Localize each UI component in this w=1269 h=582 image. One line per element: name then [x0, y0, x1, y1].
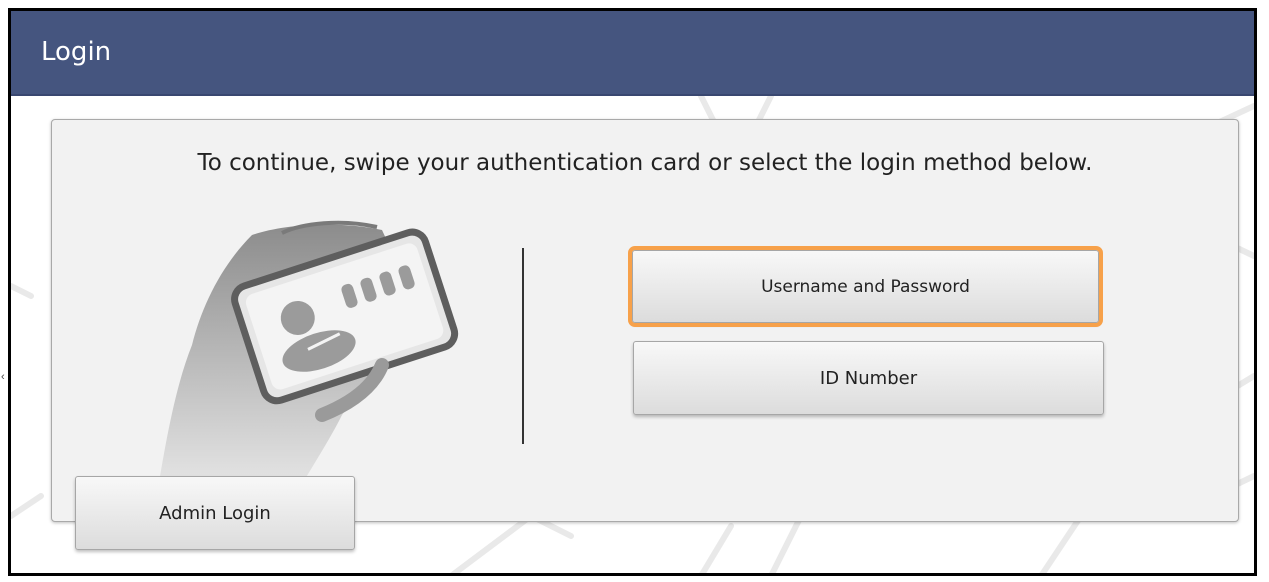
id-number-label: ID Number	[819, 367, 918, 389]
username-password-label: Username and Password	[761, 276, 970, 297]
chevron-left-icon: ‹	[1, 371, 5, 383]
title-bar: Login	[11, 11, 1254, 96]
window-title: Login	[41, 37, 112, 67]
divider-line	[522, 248, 524, 444]
instruction-text: To continue, swipe your authentication c…	[197, 150, 1093, 176]
id-number-button[interactable]: ID Number	[633, 341, 1104, 415]
username-password-button[interactable]: Username and Password	[628, 246, 1103, 327]
admin-login-label: Admin Login	[159, 502, 271, 524]
admin-login-button[interactable]: Admin Login	[75, 476, 355, 550]
login-panel: To continue, swipe your authentication c…	[51, 119, 1239, 525]
login-window: Login To continue, swipe your authentica…	[8, 8, 1257, 576]
